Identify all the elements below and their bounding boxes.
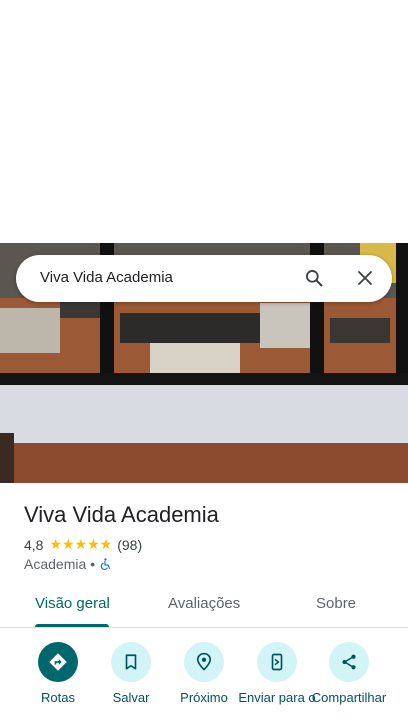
separator: • bbox=[90, 556, 96, 572]
divider bbox=[0, 627, 408, 628]
tab-reviews[interactable]: Avaliações bbox=[168, 595, 240, 612]
save-label: Salvar bbox=[112, 690, 150, 705]
nearby-icon bbox=[196, 652, 212, 671]
rating-value: 4,8 bbox=[24, 536, 44, 553]
nearby-label: Próximo bbox=[180, 690, 228, 705]
directions-button[interactable]: Rotas bbox=[18, 642, 98, 705]
place-title: Viva Vida Academia bbox=[24, 502, 219, 527]
wheelchair-accessible-icon bbox=[100, 558, 111, 570]
share-label: Compartilhar bbox=[311, 690, 387, 705]
directions-label: Rotas bbox=[41, 690, 75, 705]
send-to-phone-button[interactable]: Enviar para o bbox=[237, 642, 317, 705]
nearby-button[interactable]: Próximo bbox=[164, 642, 244, 705]
tab-bar: Visão geral Avaliações Sobre bbox=[0, 582, 408, 628]
directions-icon bbox=[49, 653, 67, 671]
send-to-phone-label: Enviar para o bbox=[238, 690, 316, 705]
review-count[interactable]: (98) bbox=[117, 537, 142, 553]
tab-overview[interactable]: Visão geral bbox=[35, 595, 110, 612]
category-row: Academia • bbox=[24, 556, 112, 572]
search-icon[interactable] bbox=[304, 268, 324, 288]
share-icon bbox=[342, 654, 356, 670]
rating-row[interactable]: 4,8 ★★★★★ (98) bbox=[24, 536, 142, 553]
search-input[interactable]: Viva Vida Academia bbox=[40, 269, 173, 286]
save-button[interactable]: Salvar bbox=[91, 642, 171, 705]
tab-about[interactable]: Sobre bbox=[316, 595, 356, 612]
bookmark-icon bbox=[125, 654, 137, 670]
send-to-phone-icon bbox=[271, 653, 283, 671]
close-icon[interactable] bbox=[356, 269, 374, 287]
place-category: Academia bbox=[24, 556, 87, 572]
star-rating-icon: ★★★★★ bbox=[49, 536, 113, 552]
share-button[interactable]: Compartilhar bbox=[309, 642, 389, 705]
search-bar[interactable]: Viva Vida Academia bbox=[16, 255, 392, 302]
